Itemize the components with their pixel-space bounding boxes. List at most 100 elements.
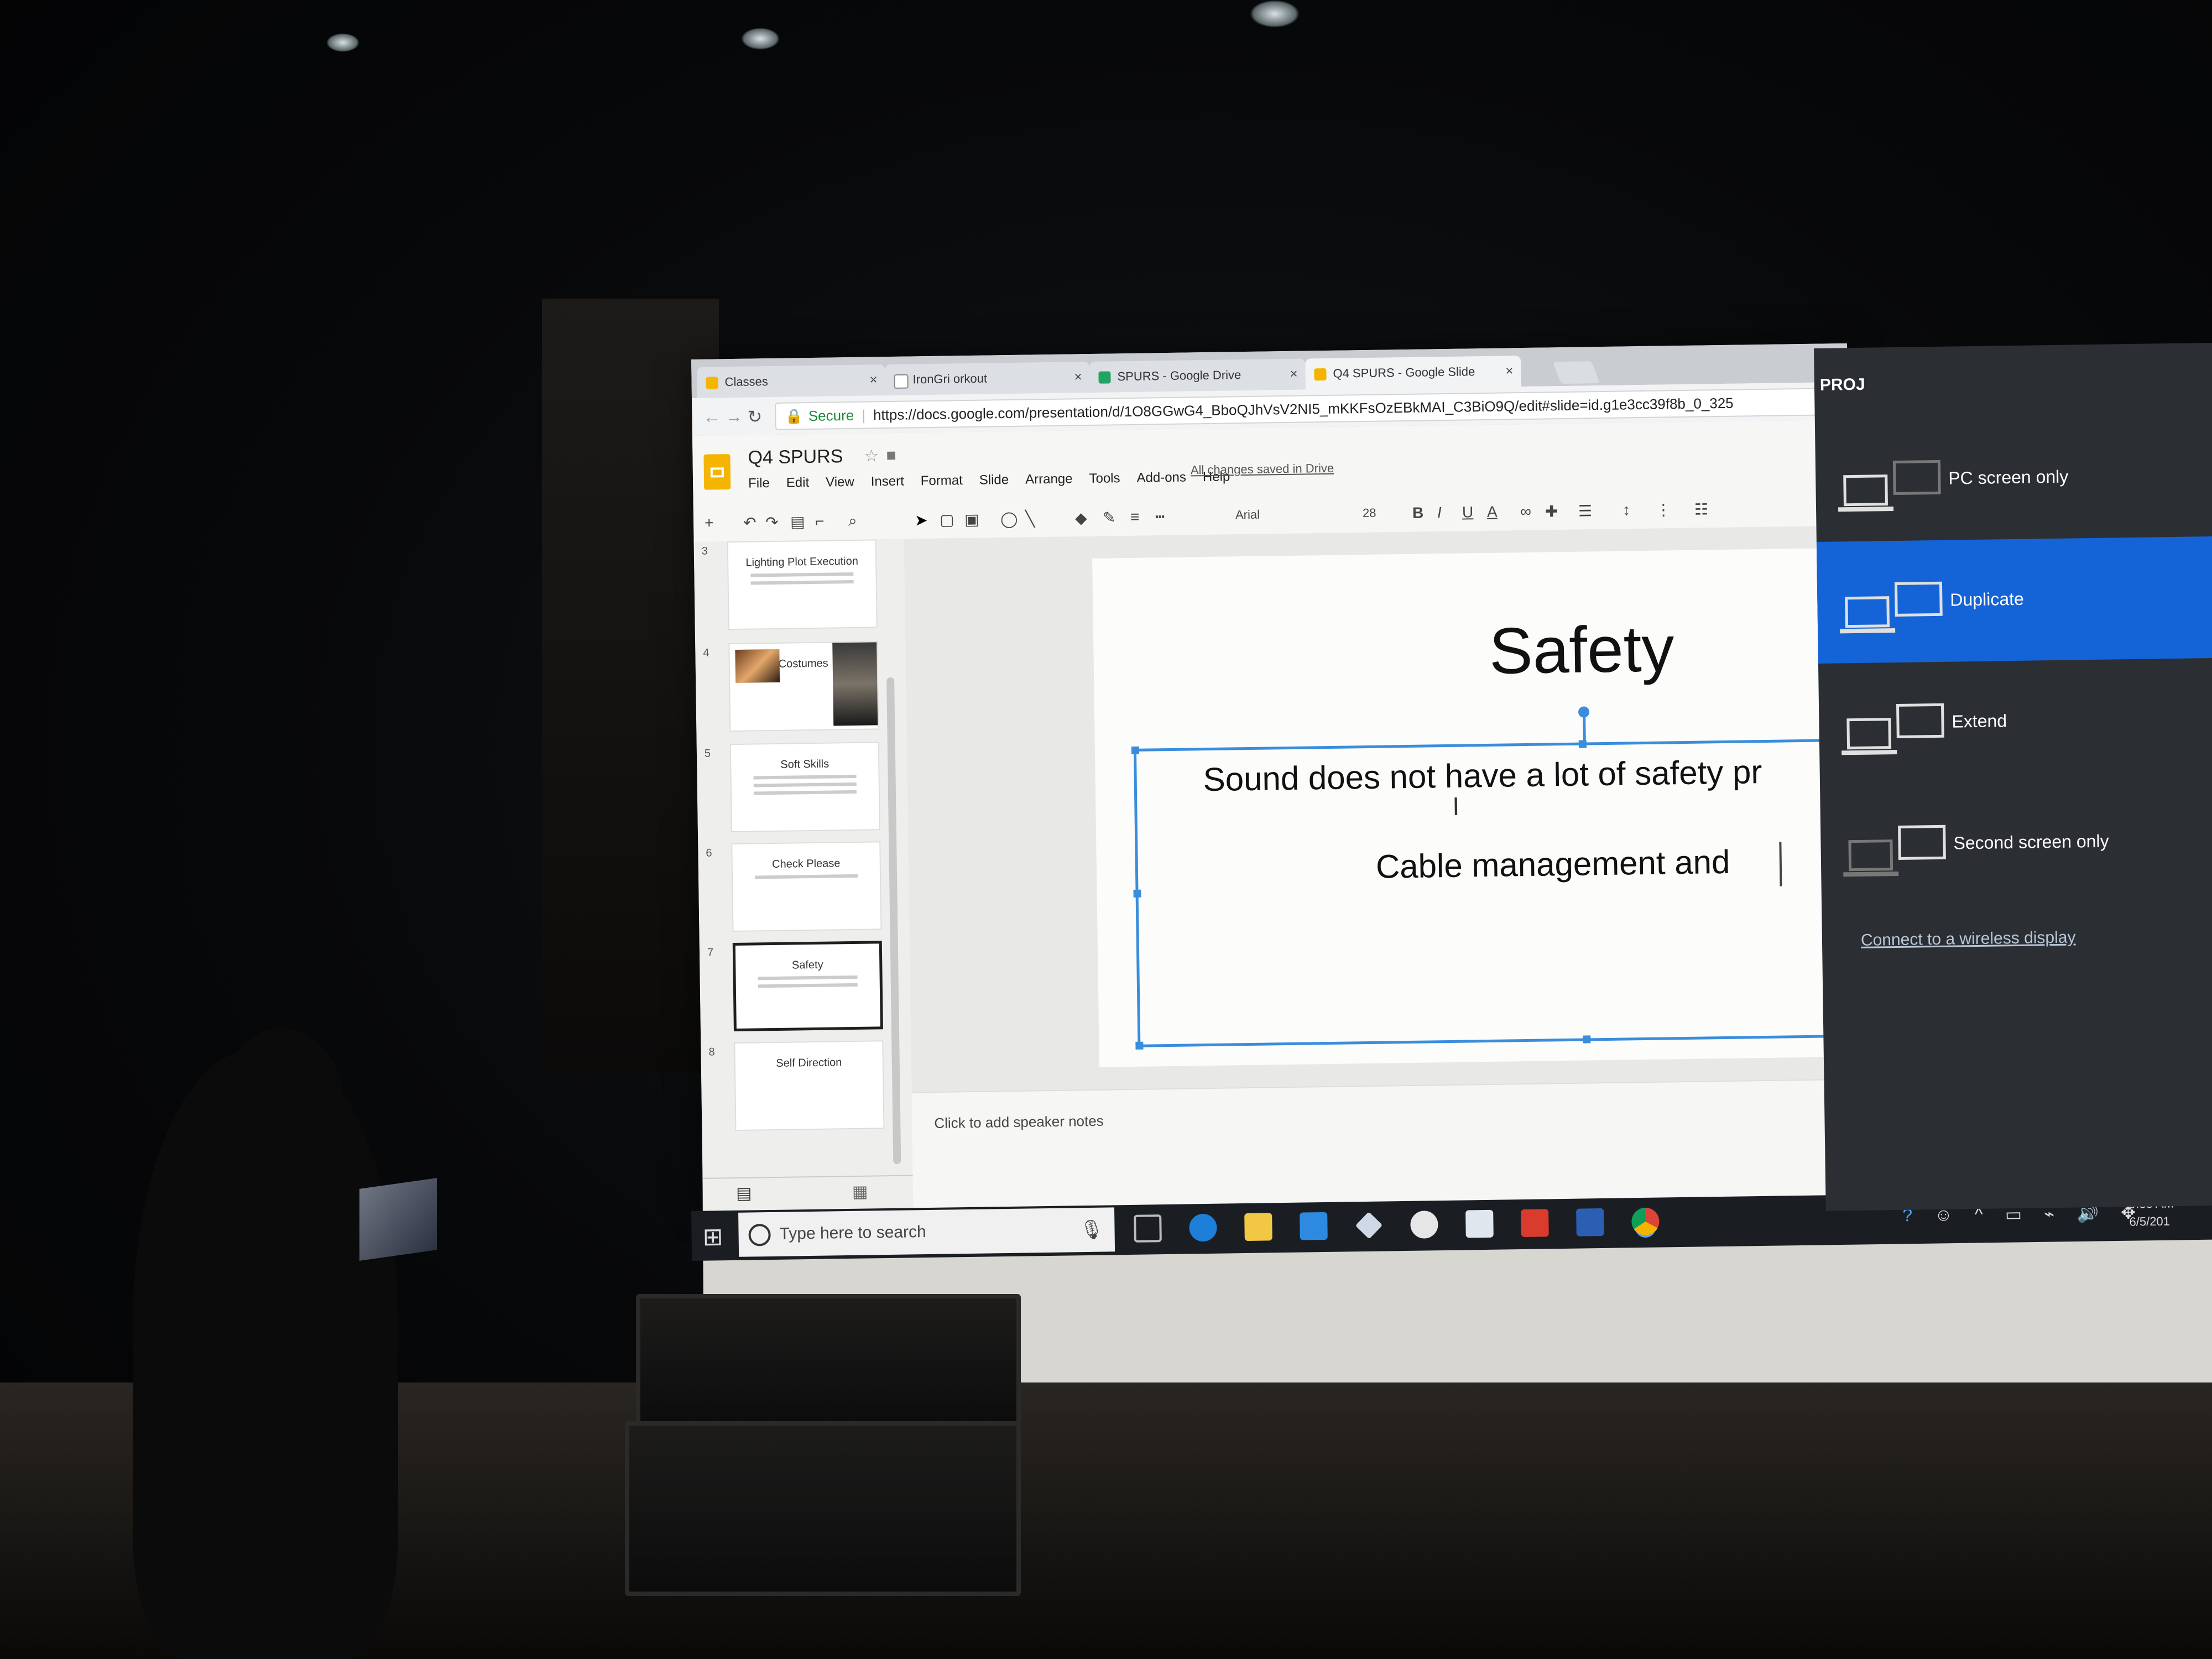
bulleted-list-icon[interactable]: ☷ — [1694, 500, 1709, 518]
microphone-icon[interactable]: 🎙 — [1079, 1208, 1104, 1253]
line-icon[interactable]: ╲ — [1025, 509, 1035, 528]
task-view-icon[interactable] — [1134, 1214, 1162, 1243]
dropbox-icon[interactable] — [1355, 1212, 1383, 1239]
store-icon[interactable] — [1300, 1212, 1328, 1240]
image-icon[interactable]: ▣ — [964, 510, 979, 529]
slide-thumbnail-selected[interactable]: Safety — [732, 941, 883, 1032]
url-text: https://docs.google.com/presentation/d/1… — [873, 394, 1734, 424]
star-icon[interactable]: ☆ — [864, 446, 879, 466]
chrome-icon[interactable] — [1631, 1207, 1660, 1236]
amazon-icon[interactable] — [1410, 1211, 1438, 1239]
laptop-shape — [1843, 474, 1888, 507]
border-color-icon[interactable]: ✎ — [1103, 508, 1116, 526]
fill-color-icon[interactable]: ◆ — [1075, 509, 1087, 527]
filmstrip-view-icon[interactable]: ▤ — [736, 1184, 752, 1203]
slide-thumbnail[interactable]: Soft Skills — [729, 742, 880, 833]
slide-title-text[interactable]: Safety — [1093, 611, 1675, 695]
windows-start-icon[interactable]: ⊞ — [702, 1223, 723, 1251]
tab-irongrit[interactable]: IronGri orkout × — [885, 361, 1090, 396]
body-text-line-2[interactable]: Cable management and — [1375, 843, 1730, 886]
cortana-icon — [748, 1224, 771, 1246]
undo-icon[interactable]: ↶ — [743, 513, 757, 531]
mail-icon[interactable] — [1465, 1209, 1494, 1238]
underline-icon[interactable]: U — [1462, 503, 1474, 521]
tab-classes[interactable]: Classes × — [697, 364, 885, 398]
reload-icon[interactable]: ↻ — [747, 406, 762, 427]
duplicate-option[interactable]: Duplicate — [1816, 536, 2212, 664]
numbered-list-icon[interactable]: ⋮ — [1656, 500, 1671, 519]
comment-icon[interactable]: ✚ — [1545, 502, 1558, 520]
menu-view[interactable]: View — [826, 474, 854, 491]
text-box-icon[interactable]: ▢ — [940, 510, 954, 529]
line-spacing-icon[interactable]: ↕ — [1623, 501, 1630, 519]
new-tab-button[interactable] — [1552, 361, 1600, 384]
thumbnail-text-line — [755, 874, 858, 879]
speaker-notes[interactable]: Click to add speaker notes — [911, 1078, 1859, 1209]
resize-handle[interactable] — [1578, 740, 1587, 748]
thumbnail-title: Lighting Plot Execution — [745, 555, 859, 569]
border-weight-icon[interactable]: ≡ — [1130, 508, 1140, 526]
link-icon[interactable]: ∞ — [1520, 503, 1531, 520]
thumbnail-title: Safety — [791, 958, 823, 972]
body-text-box[interactable]: Sound does not have a lot of safety pr I… — [1131, 712, 1859, 1050]
tab-spurs-drive[interactable]: SPURS - Google Drive × — [1089, 358, 1306, 393]
redo-icon[interactable]: ↷ — [765, 513, 779, 531]
extend-option[interactable]: Extend — [1818, 658, 2212, 785]
resize-handle[interactable] — [1583, 1035, 1591, 1044]
slide-thumbnail[interactable]: Costumes — [728, 641, 879, 732]
resize-handle[interactable] — [1135, 1041, 1144, 1050]
resize-handle[interactable] — [1133, 889, 1141, 898]
menu-slide[interactable]: Slide — [979, 472, 1009, 488]
font-select[interactable]: Arial — [1235, 508, 1260, 523]
text-color-icon[interactable]: A — [1487, 503, 1498, 521]
duplicate-icon — [1839, 579, 1950, 634]
close-tab-icon[interactable]: × — [1505, 356, 1514, 387]
tab-q4-spurs[interactable]: Q4 SPURS - Google Slide × — [1305, 356, 1521, 390]
shape-icon[interactable]: ◯ — [1000, 510, 1018, 528]
bold-icon[interactable]: B — [1412, 504, 1424, 522]
italic-icon[interactable]: I — [1437, 504, 1442, 521]
filmstrip-scrollbar[interactable] — [886, 677, 901, 1165]
paint-format-icon[interactable]: ⌐ — [815, 513, 825, 530]
menu-format[interactable]: Format — [921, 473, 963, 489]
option-label: Extend — [1952, 711, 2007, 732]
slide-thumbnail[interactable]: Lighting Plot Execution — [727, 539, 878, 630]
select-icon[interactable]: ➤ — [915, 511, 928, 529]
word-icon[interactable] — [1576, 1208, 1604, 1237]
taskbar-search-box[interactable]: Type here to search 🎙 — [738, 1207, 1115, 1257]
back-icon[interactable]: ← — [703, 406, 721, 427]
close-tab-icon[interactable]: × — [1290, 359, 1298, 390]
pc-screen-only-option[interactable]: PC screen only — [1815, 415, 2212, 542]
body-text-line-1[interactable]: Sound does not have a lot of safety pr — [1203, 753, 1762, 799]
menu-file[interactable]: File — [748, 476, 770, 492]
border-dash-icon[interactable]: ┅ — [1155, 508, 1165, 526]
zoom-icon[interactable]: ⌕ — [848, 512, 857, 530]
file-explorer-icon[interactable] — [1244, 1213, 1272, 1241]
grid-view-icon[interactable]: ▦ — [852, 1182, 868, 1202]
menu-arrange[interactable]: Arrange — [1025, 471, 1073, 487]
connect-wireless-display-link[interactable]: Connect to a wireless display — [1861, 928, 2076, 950]
current-slide[interactable]: Safety Sound does not have a lot of safe… — [1092, 547, 1859, 1067]
close-tab-icon[interactable]: × — [1074, 362, 1082, 393]
second-screen-only-option[interactable]: Second screen only — [1820, 780, 2212, 907]
print-icon[interactable]: ▤ — [790, 513, 805, 531]
wps-office-icon[interactable] — [1521, 1209, 1549, 1238]
new-slide-icon[interactable]: + — [705, 514, 714, 531]
folder-icon[interactable]: ■ — [886, 446, 896, 465]
menu-insert[interactable]: Insert — [871, 474, 904, 490]
forward-icon[interactable]: → — [725, 406, 743, 427]
slide-thumbnail[interactable]: Check Please — [731, 841, 882, 932]
rotate-handle[interactable] — [1583, 712, 1586, 743]
font-size-select[interactable]: 28 — [1363, 506, 1376, 520]
menu-edit[interactable]: Edit — [786, 475, 810, 491]
save-status[interactable]: All changes saved in Drive — [1191, 461, 1334, 478]
slides-logo-icon[interactable] — [703, 454, 731, 490]
menu-add-ons[interactable]: Add-ons — [1136, 470, 1186, 486]
align-icon[interactable]: ☰ — [1578, 502, 1593, 520]
menu-tools[interactable]: Tools — [1089, 471, 1120, 487]
resize-handle[interactable] — [1131, 746, 1140, 754]
edge-icon[interactable] — [1189, 1213, 1217, 1242]
close-tab-icon[interactable]: × — [869, 364, 878, 395]
document-title[interactable]: Q4 SPURS — [748, 446, 843, 468]
slide-thumbnail[interactable]: Self Direction — [734, 1040, 885, 1131]
